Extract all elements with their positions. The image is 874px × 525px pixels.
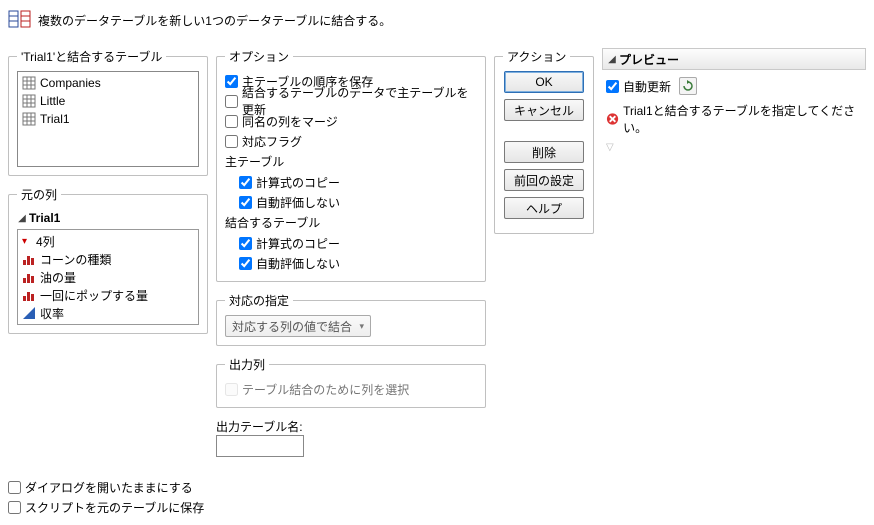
recall-button[interactable]: 前回の設定: [504, 169, 584, 191]
collapsed-triangle-icon[interactable]: ▽: [606, 142, 862, 153]
list-item[interactable]: Little: [20, 92, 196, 110]
column-item[interactable]: コーンの種類: [20, 250, 196, 268]
disclosure-triangle-icon: ◢: [607, 54, 617, 65]
nominal-icon: [22, 270, 36, 284]
datatable-icon: [22, 112, 36, 126]
join-tables-legend: 'Trial1'と結合するテーブル: [17, 48, 166, 65]
datatable-icon: [22, 76, 36, 90]
nominal-icon: [22, 288, 36, 302]
column-item[interactable]: 油の量: [20, 268, 196, 286]
match-flag-checkbox[interactable]: 対応フラグ: [225, 131, 477, 151]
table-disclosure[interactable]: ◢ Trial1: [17, 209, 199, 227]
match-spec-dropdown[interactable]: 対応する列の値で結合 ▾: [225, 315, 371, 337]
list-item[interactable]: Trial1: [20, 110, 196, 128]
column-count-row[interactable]: ▾ 4列: [20, 232, 196, 250]
preview-error: Trial1と結合するテーブルを指定してください。: [606, 102, 862, 136]
disclosure-triangle-icon: ◢: [17, 213, 27, 224]
main-table-subhead: 主テーブル: [225, 153, 477, 170]
save-script-checkbox[interactable]: スクリプトを元のテーブルに保存: [8, 497, 866, 517]
actions-group: アクション OK キャンセル 削除 前回の設定 ヘルプ: [494, 48, 594, 234]
match-spec-legend: 対応の指定: [225, 292, 293, 309]
match-spec-group: 対応の指定 対応する列の値で結合 ▾: [216, 292, 486, 346]
copy-formula-main-checkbox[interactable]: 計算式のコピー: [239, 172, 477, 192]
source-columns-legend: 元の列: [17, 186, 61, 203]
join-table-subhead: 結合するテーブル: [225, 214, 477, 231]
remove-button[interactable]: 削除: [504, 141, 584, 163]
output-name-input[interactable]: [216, 435, 304, 457]
actions-legend: アクション: [503, 48, 570, 65]
output-name-label: 出力テーブル名:: [216, 418, 486, 435]
options-group: オプション 主テーブルの順序を保存 結合するテーブルのデータで主テーブルを更新 …: [216, 48, 486, 282]
cancel-button[interactable]: キャンセル: [504, 99, 584, 121]
chevron-down-icon: ▾: [359, 321, 364, 332]
preview-header[interactable]: ◢ プレビュー: [602, 48, 866, 70]
refresh-icon[interactable]: [679, 77, 697, 95]
ok-button[interactable]: OK: [504, 71, 584, 93]
column-item[interactable]: 一回にポップする量: [20, 286, 196, 304]
help-button[interactable]: ヘルプ: [504, 197, 584, 219]
dialog-title: 複数のデータテーブルを新しい1つのデータテーブルに結合する。: [38, 12, 391, 29]
copy-formula-join-checkbox[interactable]: 計算式のコピー: [239, 233, 477, 253]
options-legend: オプション: [225, 48, 293, 65]
menu-triangle-icon: ▾: [22, 236, 32, 247]
join-tables-icon: [8, 8, 32, 32]
nominal-icon: [22, 252, 36, 266]
error-icon: [606, 112, 619, 126]
list-item[interactable]: Companies: [20, 74, 196, 92]
join-tables-list[interactable]: Companies Little Trial1: [17, 71, 199, 167]
source-columns-group: 元の列 ◢ Trial1 ▾ 4列 コーンの種類 油の量: [8, 186, 208, 334]
column-item[interactable]: 収率: [20, 304, 196, 322]
auto-update-checkbox[interactable]: 自動更新: [606, 76, 862, 96]
suppress-eval-join-checkbox[interactable]: 自動評価しない: [239, 253, 477, 273]
join-tables-group: 'Trial1'と結合するテーブル Companies Little Trial…: [8, 48, 208, 176]
output-cols-checkbox[interactable]: テーブル結合のために列を選択: [225, 379, 477, 399]
preview-title: プレビュー: [619, 51, 679, 68]
output-cols-group: 出力列 テーブル結合のために列を選択: [216, 356, 486, 408]
output-cols-legend: 出力列: [225, 356, 269, 373]
continuous-icon: [22, 306, 36, 320]
source-table-name: Trial1: [29, 211, 60, 225]
dialog-header: 複数のデータテーブルを新しい1つのデータテーブルに結合する。: [8, 8, 866, 32]
update-main-checkbox[interactable]: 結合するテーブルのデータで主テーブルを更新: [225, 91, 477, 111]
keep-open-checkbox[interactable]: ダイアログを開いたままにする: [8, 477, 866, 497]
datatable-icon: [22, 94, 36, 108]
suppress-eval-main-checkbox[interactable]: 自動評価しない: [239, 192, 477, 212]
